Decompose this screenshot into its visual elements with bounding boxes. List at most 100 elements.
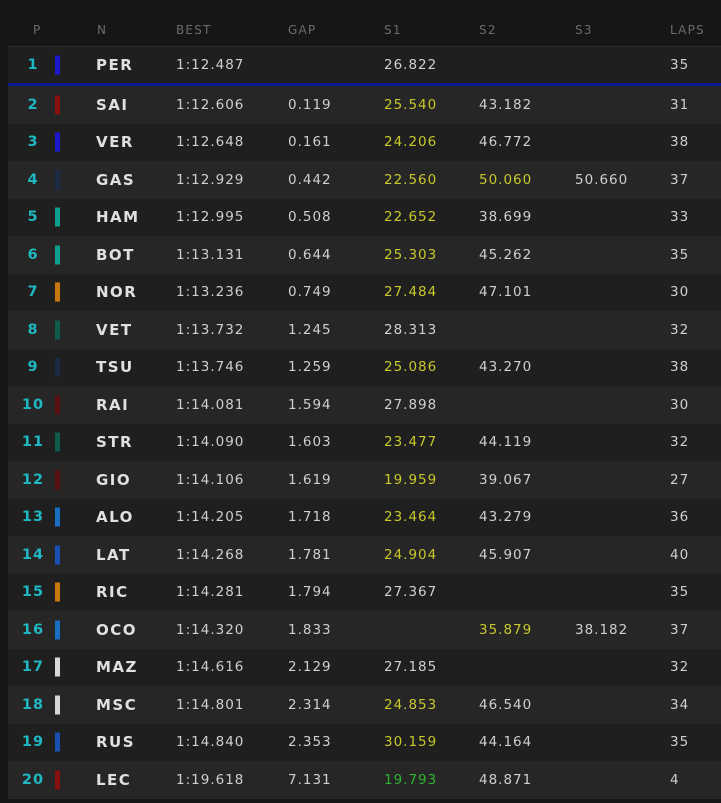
team-color-bar	[55, 132, 60, 152]
header-position[interactable]: P	[33, 23, 41, 37]
position-number: 1	[27, 57, 39, 73]
sector-3-time: 38.182	[575, 621, 629, 638]
sector-2-time: 50.060	[479, 171, 533, 188]
table-row[interactable]: 9 TSU 1:13.746 1.259 25.086 43.270 38	[8, 348, 721, 386]
header-gap[interactable]: GAP	[288, 23, 316, 37]
sector-1-time: 24.853	[384, 696, 438, 713]
team-color-bar	[55, 582, 60, 602]
position-number: 7	[27, 284, 39, 301]
sector-1-time: 24.206	[384, 134, 438, 151]
table-row[interactable]: 5 HAM 1:12.995 0.508 22.652 38.699 33	[8, 198, 721, 236]
position-number: 12	[21, 471, 45, 488]
gap-to-leader: 0.508	[288, 209, 332, 226]
table-row[interactable]: 12 GIO 1:14.106 1.619 19.959 39.067 27	[8, 461, 721, 499]
header-s3[interactable]: S3	[575, 23, 593, 37]
lap-count: 27	[670, 471, 690, 488]
team-color-bar	[55, 95, 60, 115]
position-number: 10	[21, 396, 45, 413]
table-row[interactable]: 14 LAT 1:14.268 1.781 24.904 45.907 40	[8, 536, 721, 574]
header-name[interactable]: N	[97, 23, 107, 37]
table-row[interactable]: 15 RIC 1:14.281 1.794 27.367 35	[8, 573, 721, 611]
lap-count: 33	[670, 209, 690, 226]
position-number: 13	[21, 509, 45, 526]
sector-2-time: 38.699	[479, 209, 533, 226]
table-row[interactable]: 3 VER 1:12.648 0.161 24.206 46.772 38	[8, 123, 721, 161]
best-lap-time: 1:13.746	[176, 359, 245, 376]
lap-count: 35	[670, 734, 690, 751]
gap-to-leader: 2.314	[288, 696, 332, 713]
lap-count: 40	[670, 546, 690, 563]
header-s1[interactable]: S1	[384, 23, 402, 37]
gap-to-leader: 1.594	[288, 396, 332, 413]
driver-code: LEC	[96, 770, 132, 789]
position-number: 17	[21, 659, 45, 676]
best-lap-time: 1:12.995	[176, 209, 245, 226]
gap-to-leader: 0.644	[288, 246, 332, 263]
timing-table: P N BEST GAP S1 S2 S3 LAPS 1 PER 1:12.487 2…	[8, 8, 721, 799]
table-row[interactable]: 4 GAS 1:12.929 0.442 22.560 50.060 50.660 37	[8, 161, 721, 199]
driver-code: MSC	[96, 695, 138, 714]
lap-count: 38	[670, 359, 690, 376]
lap-count: 35	[670, 246, 690, 263]
table-row[interactable]: 16 OCO 1:14.320 1.833 35.879 38.182 37	[8, 611, 721, 649]
sector-2-time: 46.772	[479, 134, 533, 151]
table-row[interactable]: 13 ALO 1:14.205 1.718 23.464 43.279 36	[8, 498, 721, 536]
table-row[interactable]: 8 VET 1:13.732 1.245 28.313 32	[8, 311, 721, 349]
lap-count: 32	[670, 659, 690, 676]
table-row[interactable]: 19 RUS 1:14.840 2.353 30.159 44.164 35	[8, 723, 721, 761]
table-row[interactable]: 11 STR 1:14.090 1.603 23.477 44.119 32	[8, 423, 721, 461]
driver-code: GIO	[96, 470, 132, 489]
lap-count: 30	[670, 284, 690, 301]
position-number: 11	[21, 434, 45, 451]
position-number: 2	[27, 96, 39, 113]
best-lap-time: 1:12.929	[176, 171, 245, 188]
driver-code: ALO	[96, 508, 134, 527]
best-lap-time: 1:14.281	[176, 584, 245, 601]
sector-1-time: 22.652	[384, 209, 438, 226]
gap-to-leader: 1.245	[288, 321, 332, 338]
table-row[interactable]: 20 LEC 1:19.618 7.131 19.793 48.871 4	[8, 761, 721, 799]
table-row[interactable]: 17 MAZ 1:14.616 2.129 27.185 32	[8, 648, 721, 686]
sector-1-time: 27.185	[384, 659, 438, 676]
team-color-bar	[55, 620, 60, 640]
sector-2-time: 45.262	[479, 246, 533, 263]
sector-1-time: 25.086	[384, 359, 438, 376]
table-row[interactable]: 6 BOT 1:13.131 0.644 25.303 45.262 35	[8, 236, 721, 274]
sector-1-time: 23.464	[384, 509, 438, 526]
header-best[interactable]: BEST	[176, 23, 212, 37]
team-color-bar	[55, 245, 60, 265]
driver-code: GAS	[96, 170, 136, 189]
table-row[interactable]: 10 RAI 1:14.081 1.594 27.898 30	[8, 386, 721, 424]
sector-2-time: 45.907	[479, 546, 533, 563]
team-color-bar	[55, 507, 60, 527]
position-number: 19	[21, 734, 45, 751]
driver-code: VET	[96, 320, 133, 339]
lap-count: 34	[670, 696, 690, 713]
lap-count: 35	[670, 57, 690, 73]
sector-1-time: 27.367	[384, 584, 438, 601]
table-row[interactable]: 1 PER 1:12.487 26.822 35	[8, 47, 721, 86]
sector-1-time: 23.477	[384, 434, 438, 451]
driver-code: VER	[96, 133, 134, 152]
driver-code: BOT	[96, 245, 135, 264]
driver-code: PER	[96, 56, 134, 74]
table-row[interactable]: 2 SAI 1:12.606 0.119 25.540 43.182 31	[8, 86, 721, 124]
sector-1-time: 19.793	[384, 771, 438, 788]
sector-2-time: 46.540	[479, 696, 533, 713]
team-color-bar	[55, 320, 60, 340]
table-row[interactable]: 7 NOR 1:13.236 0.749 27.484 47.101 30	[8, 273, 721, 311]
timing-table-body: 1 PER 1:12.487 26.822 35 2 SAI 1:12.606 0.119 25.…	[8, 47, 721, 799]
best-lap-time: 1:14.081	[176, 396, 245, 413]
driver-code: RUS	[96, 733, 136, 752]
lap-count: 32	[670, 434, 690, 451]
table-row[interactable]: 18 MSC 1:14.801 2.314 24.853 46.540 34	[8, 686, 721, 724]
driver-code: RAI	[96, 395, 130, 414]
sector-2-time: 43.182	[479, 96, 533, 113]
team-color-bar	[55, 732, 60, 752]
best-lap-time: 1:14.090	[176, 434, 245, 451]
team-color-bar	[55, 545, 60, 565]
best-lap-time: 1:14.840	[176, 734, 245, 751]
header-s2[interactable]: S2	[479, 23, 497, 37]
header-laps[interactable]: LAPS	[670, 23, 705, 37]
lap-count: 31	[670, 96, 690, 113]
